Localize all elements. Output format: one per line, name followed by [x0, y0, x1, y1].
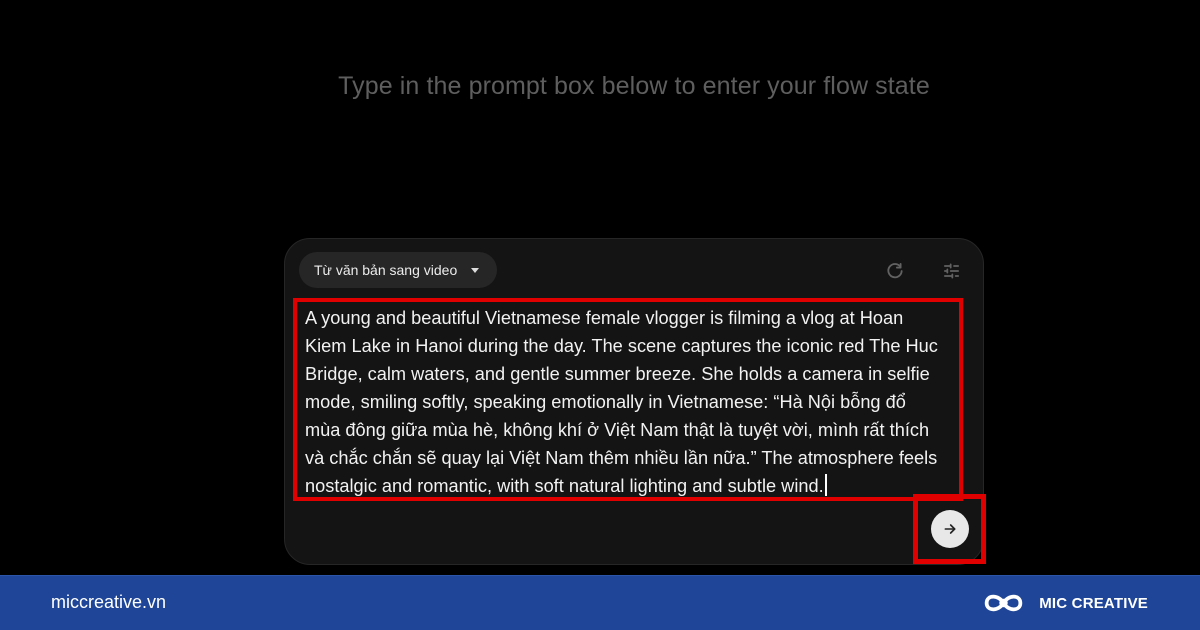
prompt-line: Kiem Lake in Hanoi during the day. The s…: [305, 336, 938, 356]
send-button-highlight: [913, 494, 986, 564]
arrow-right-icon: [944, 524, 956, 534]
prompt-line: A young and beautiful Vietnamese female …: [305, 308, 904, 328]
prompt-line: mùa đông giữa mùa hè, không khí ở Việt N…: [305, 420, 930, 440]
hero-instruction: Type in the prompt box below to enter yo…: [338, 72, 930, 100]
site-link[interactable]: miccreative.vn: [51, 592, 166, 613]
generation-mode-label: Từ văn bản sang video: [314, 262, 458, 278]
app-screen: Type in the prompt box below to enter yo…: [0, 0, 1200, 575]
brand-name: MIC CREATIVE: [1039, 594, 1148, 612]
prompt-input[interactable]: A young and beautiful Vietnamese female …: [293, 298, 963, 501]
tune-icon[interactable]: [939, 259, 963, 283]
prompt-line-last: nostalgic and romantic, with soft natura…: [305, 472, 951, 497]
infinity-logo-icon: [984, 594, 1023, 612]
brand-logo: MIC CREATIVE: [981, 588, 1148, 618]
footer-bar: miccreative.vn MIC CREATIVE: [0, 575, 1200, 630]
chevron-down-icon: [471, 267, 480, 273]
text-cursor: [824, 474, 827, 496]
prompt-card: Từ văn bản sang video A young and beauti…: [284, 238, 986, 565]
prompt-line: Bridge, calm waters, and gentle summer b…: [305, 364, 930, 384]
generation-mode-dropdown[interactable]: Từ văn bản sang video: [299, 252, 497, 288]
prompt-line: mode, smiling softly, speaking emotional…: [305, 392, 906, 412]
refresh-icon[interactable]: [883, 259, 907, 283]
send-button[interactable]: [931, 510, 969, 548]
prompt-line: và chắc chắn sẽ quay lại Việt Nam thêm n…: [305, 448, 938, 468]
prompt-line-last-text: nostalgic and romantic, with soft natura…: [305, 476, 824, 496]
